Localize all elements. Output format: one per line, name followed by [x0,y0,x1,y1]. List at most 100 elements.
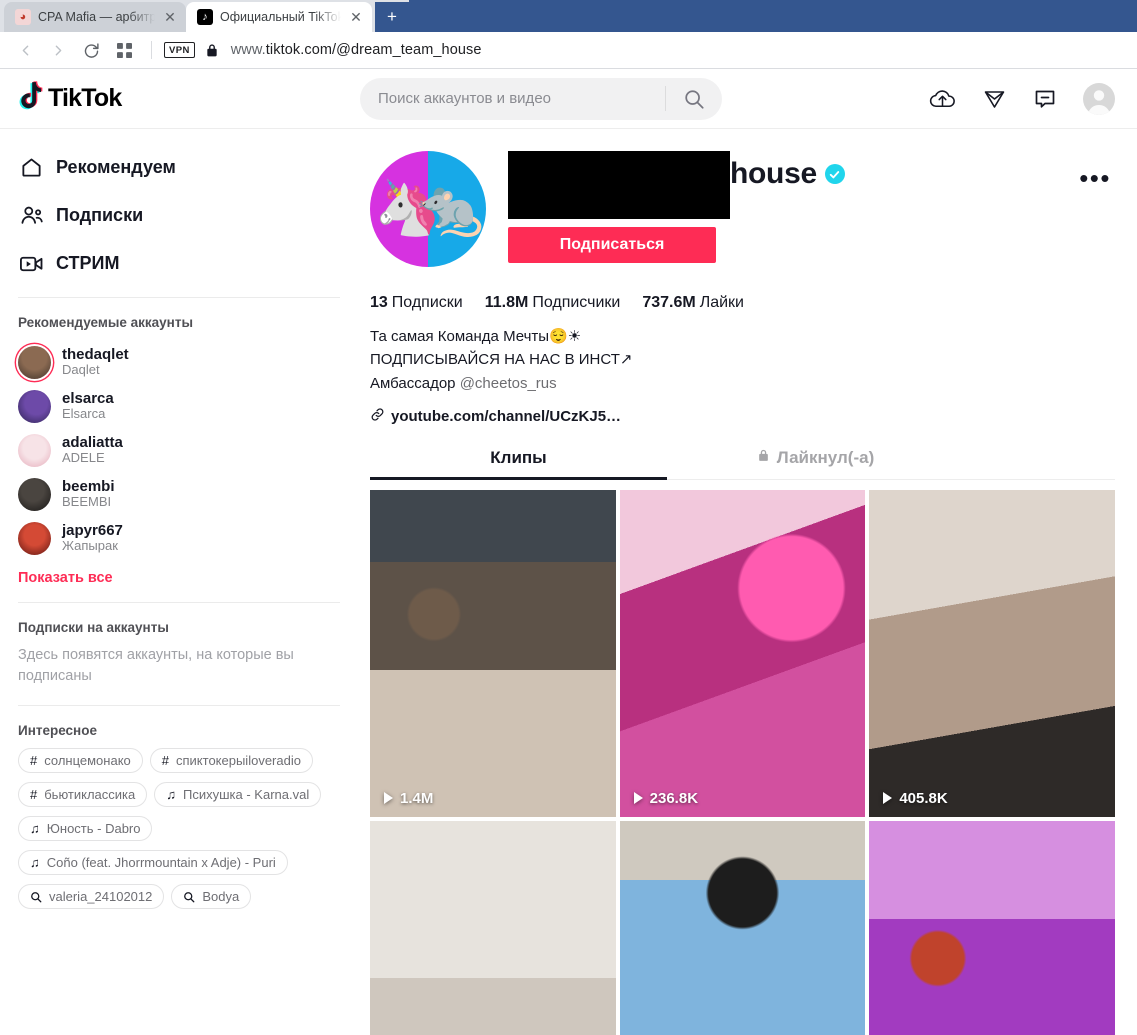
discover-tag[interactable]: # бьютиклассика [18,782,148,808]
search-bar[interactable] [360,77,722,120]
url-scheme: www. [230,42,266,58]
stat-followers-value: 11.8M [484,294,529,311]
video-views-count: 1.4M [400,789,434,807]
video-thumbnail[interactable]: 405.8K [869,489,1115,817]
header-actions [929,82,1115,115]
sidebar-divider-3 [18,705,340,707]
play-icon [883,792,893,805]
toolbar-divider [151,41,152,59]
profile-bio: Та самая Команда Мечты😌☀ ПОДПИСЫВАЙСЯ НА… [370,325,1115,395]
list-item[interactable]: japyr667 Жапырак [18,516,340,560]
avatar [18,477,51,511]
video-thumbnail[interactable]: 103.2K [869,820,1115,1035]
close-icon[interactable]: ✕ [348,9,364,25]
discover-tag[interactable]: ♫ Coño (feat. Jhorrmountain x Adje) - Pur… [18,850,288,876]
list-item[interactable]: thedaqlet Daqlet [18,340,340,384]
tab-liked[interactable]: Лайкнул(-а) [667,448,964,479]
search-input[interactable] [378,90,665,107]
list-item[interactable]: adaliatta ADELE [18,428,340,472]
bio-mention-link[interactable]: @cheetos_rus [460,375,557,392]
discover-tag-label: Юность - Dabro [46,821,141,837]
video-views: 1.4M [384,790,433,807]
video-views: 236.8K [633,790,698,807]
follow-button[interactable]: Подписаться [508,227,716,263]
sidebar-item-following[interactable]: Подписки [18,191,340,239]
video-thumbnail[interactable]: 1.6M [370,820,616,1035]
browser-tabstrip: ◕ CPA Mafia — арбитраж тр ✕ ♪ Официальны… [0,0,1137,32]
tab-clips-label: Клипы [490,447,547,467]
avatar [18,433,51,467]
discover-tag[interactable]: # спиктокерыiloveradio [149,748,313,774]
stat-following: 13 Подписки [370,294,463,312]
account-username: elsarca [62,389,114,407]
vpn-badge[interactable]: VPN [164,42,195,58]
rat-icon: 🐀 [416,178,484,238]
profile-link-text: youtube.com/channel/UCzKJ5… [391,407,622,425]
discover-heading: Интересное [18,723,97,739]
browser-tab-1[interactable]: ◕ CPA Mafia — арбитраж тр ✕ [4,2,186,32]
live-video-icon [18,253,45,274]
discover-tag-label: Bodya [202,889,240,905]
search-icon [183,891,195,903]
account-username: beembi [62,477,115,495]
tiktok-header: TikTok [0,69,1137,129]
sidebar-item-recommended-label: Рекомендуем [56,156,176,177]
send-message-icon[interactable] [982,87,1007,111]
stat-likes-label: Лайки [699,294,744,311]
account-display-name: Elsarca [62,406,106,422]
cpa-mafia-icon: ◕ [15,9,31,25]
discover-tag[interactable]: ♫ Психушка - Karna.val [154,782,322,808]
discover-tag[interactable]: ♫ Юность - Dabro [18,816,153,842]
discover-tag-label: Coño (feat. Jhorrmountain x Adje) - Puri [46,855,276,871]
video-thumbnail[interactable]: 236.8K [619,489,866,817]
back-icon[interactable] [10,35,40,65]
profile-stats: 13 Подписки 11.8M Подписчики 737.6M Лайки [370,294,1115,312]
discover-tag[interactable]: Bodya [171,884,252,910]
sidebar-item-live-label: СТРИМ [56,252,120,273]
discover-tag-label: Психушка - Karna.val [183,787,310,803]
lock-icon [757,448,770,468]
list-item[interactable]: elsarca Elsarca [18,384,340,428]
browser-tab-2[interactable]: ♪ Официальный TikTok drea ✕ [186,2,372,32]
see-all-link[interactable]: Показать все [18,570,340,586]
close-icon[interactable]: ✕ [162,9,178,25]
stat-followers-label: Подписчики [532,294,621,311]
music-note-icon: ♫ [30,855,40,871]
tiktok-note-icon [18,81,44,116]
stat-followers: 11.8M Подписчики [485,294,621,312]
sidebar: Рекомендуем Подписки СТРИМ Рекомендуемые… [0,129,360,1035]
avatar[interactable]: 🦄 🐀 [370,151,486,267]
bio-ambassador-label: Амбассадор [370,374,460,392]
new-tab-button[interactable]: + [375,2,409,32]
account-username: adaliatta [62,433,123,451]
search-icon[interactable] [666,78,722,120]
profile-avatar-icon[interactable] [1083,82,1115,115]
tiktok-logo[interactable]: TikTok [18,81,360,116]
page-title: house [730,157,817,190]
reload-icon[interactable] [76,35,106,65]
bio-line-2: ПОДПИСЫВАЙСЯ НА НАС В ИНСТ↗ [370,351,633,369]
account-username: japyr667 [62,521,123,539]
page-body: Рекомендуем Подписки СТРИМ Рекомендуемые… [0,129,1137,1035]
list-item[interactable]: beembi BEEMBI [18,472,340,516]
tab-clips[interactable]: Клипы [370,447,667,480]
video-thumbnail[interactable]: 530.1K [619,820,866,1035]
more-options-button[interactable]: ••• [1079,165,1111,191]
video-thumbnail[interactable]: 1.4M [370,489,616,817]
upload-icon[interactable] [929,87,956,111]
sidebar-item-recommended[interactable]: Рекомендуем [18,143,340,191]
stat-following-value: 13 [370,294,388,311]
hashtag-icon: # [161,753,169,769]
music-note-icon: ♫ [166,787,176,803]
video-views-count: 405.8K [899,789,948,807]
discover-tag[interactable]: valeria_24102012 [18,884,165,910]
apps-grid-icon[interactable] [109,35,139,65]
profile-header: 🦄 🐀 house Подписаться ••• [370,151,1115,267]
profile-external-link[interactable]: youtube.com/channel/UCzKJ5… [370,407,1115,426]
account-username: thedaqlet [62,345,129,363]
discover-tag[interactable]: # солнцемонако [18,748,143,774]
sidebar-item-live[interactable]: СТРИМ [18,239,340,287]
forward-icon[interactable] [43,35,73,65]
inbox-icon[interactable] [1033,87,1057,111]
address-bar[interactable]: www.tiktok.com/@dream_team_house [231,42,482,58]
